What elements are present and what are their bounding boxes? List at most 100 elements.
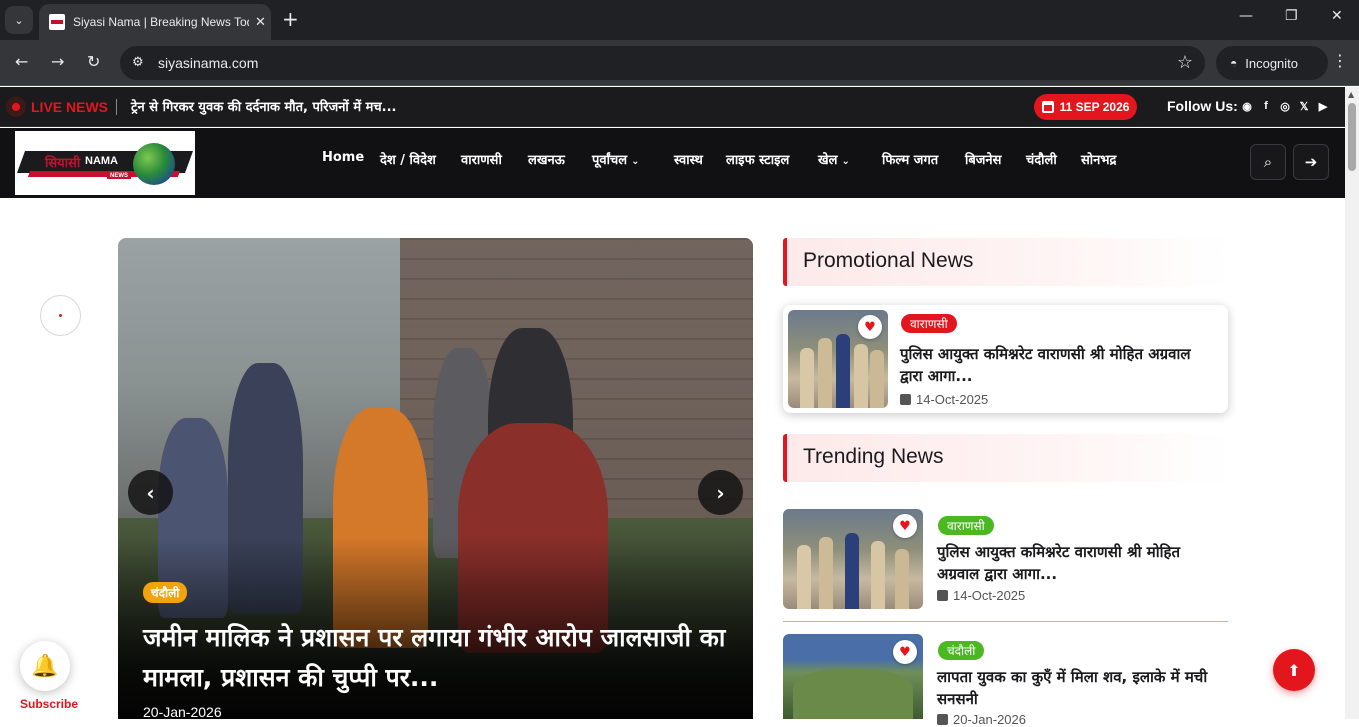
bell-icon: 🔔 (31, 653, 59, 679)
heart-icon[interactable]: ♥ (893, 514, 917, 538)
search-icon: ⌕ (1263, 153, 1273, 171)
reload-icon[interactable]: ↻ (87, 52, 100, 71)
logo-tag: NEWS (107, 173, 131, 179)
nav-item-varanasi[interactable]: वाराणसी (461, 150, 502, 168)
calendar-icon (937, 714, 948, 725)
calendar-icon (937, 590, 948, 601)
news-date-text: 20-Jan-2026 (953, 712, 1026, 727)
site-topbar: LIVE NEWS ट्रेन से गिरकर युवक की दर्दनाक… (0, 87, 1345, 127)
nav-item-film-jagat[interactable]: फिल्म जगत (882, 150, 938, 168)
date-text: 11 SEP 2026 (1059, 100, 1130, 114)
news-date-text: 14-Oct-2025 (916, 392, 989, 407)
chevron-right-icon: › (716, 480, 725, 505)
heart-icon[interactable]: ♥ (893, 640, 917, 664)
instagram-icon[interactable]: ◎ (1278, 99, 1292, 113)
nav-item-khel[interactable]: खेल ⌄ (818, 150, 850, 168)
slider-prev-button[interactable]: ‹ (128, 470, 173, 515)
calendar-icon (1041, 101, 1054, 113)
thumb-figure (845, 533, 859, 609)
news-date: 14-Oct-2025 (900, 392, 988, 407)
slider-next-button[interactable]: › (698, 470, 743, 515)
site-info-icon[interactable]: ⚙ (132, 55, 144, 70)
subscribe-label[interactable]: Subscribe (20, 697, 78, 711)
star-icon[interactable]: ☆ (1177, 52, 1193, 73)
browser-toolbar: ← → ↻ ⚙ siyasinama.com ☆ ◓ Incognito ⋮ (0, 40, 1359, 86)
item-divider (783, 621, 1228, 622)
address-bar[interactable]: ⚙ siyasinama.com ☆ (120, 46, 1205, 80)
back-icon[interactable]: ← (15, 52, 28, 71)
scrollbar-thumb[interactable] (1348, 103, 1356, 171)
site-header: सियासी NAMA NEWS Home देश / विदेश वाराणस… (0, 128, 1345, 198)
hero-slider[interactable]: ‹ › चंदौली जमीन मालिक ने प्रशासन पर लगाय… (118, 238, 753, 719)
news-ticker[interactable]: ट्रेन से गिरकर युवक की दर्दनाक मौत, परिज… (131, 97, 396, 115)
site-logo[interactable]: सियासी NAMA NEWS (15, 131, 195, 195)
browser-tab-strip: ⌄ Siyasi Nama | Breaking News Today ✕ + … (0, 0, 1359, 40)
news-title[interactable]: पुलिस आयुक्त कमिश्नरेट वाराणसी श्री मोहि… (937, 541, 1227, 585)
live-dot-icon (6, 97, 26, 117)
nav-item-chandauli[interactable]: चंदौली (1026, 150, 1057, 168)
chevron-down-icon: ⌄ (841, 156, 850, 167)
news-title[interactable]: लापता युवक का कुएँ में मिला शव, इलाके मे… (937, 666, 1227, 710)
maximize-icon[interactable]: ❐ (1285, 8, 1298, 24)
scroll-to-top-button[interactable]: ⬆ (1273, 649, 1315, 691)
site-favicon-icon (49, 14, 65, 30)
notification-bell-button[interactable]: 🔔 (20, 641, 70, 691)
hero-category-badge[interactable]: चंदौली (143, 582, 188, 603)
nav-item-lucknow[interactable]: लखनऊ (528, 150, 565, 168)
close-icon[interactable]: ✕ (255, 15, 266, 30)
forward-icon[interactable]: → (51, 52, 64, 71)
login-button[interactable]: ➔ (1293, 144, 1329, 180)
hero-date: 20-Jan-2026 (143, 704, 222, 719)
nav-item-home[interactable]: Home (322, 150, 364, 165)
nav-item-business[interactable]: बिजनेस (965, 150, 1001, 168)
nav-item-purvanchal[interactable]: पूर्वांचल ⌄ (592, 150, 639, 168)
section-title: Promotional News (803, 249, 974, 272)
hero-title[interactable]: जमीन मालिक ने प्रशासन पर लगाया गंभीर आरो… (143, 618, 733, 698)
chevron-left-icon: ‹ (146, 480, 155, 505)
plus-icon[interactable]: + (282, 8, 299, 30)
thumb-figure (836, 334, 850, 408)
minimize-icon[interactable]: — (1239, 8, 1253, 24)
kebab-icon[interactable]: ⋮ (1332, 51, 1348, 70)
whatsapp-icon[interactable]: ◉ (1240, 99, 1254, 113)
news-title[interactable]: पुलिस आयुक्त कमिश्नरेट वाराणसी श्री मोहि… (900, 343, 1210, 387)
scroll-up-icon[interactable]: ▲ (1348, 90, 1354, 99)
live-news-badge: LIVE NEWS (6, 97, 108, 117)
thumb-figure (895, 549, 909, 609)
category-badge[interactable]: वाराणसी (901, 314, 957, 333)
heart-icon[interactable]: ♥ (858, 315, 882, 339)
thumb-figure (800, 348, 814, 408)
url-text[interactable]: siyasinama.com (158, 55, 258, 71)
nav-label: खेल (818, 153, 838, 168)
youtube-icon[interactable]: ▶ (1316, 99, 1330, 113)
x-icon[interactable]: 𝕏 (1297, 99, 1311, 113)
nav-item-lifestyle[interactable]: लाइफ स्टाइल (726, 150, 789, 168)
calendar-icon (900, 394, 911, 405)
incognito-indicator[interactable]: ◓ Incognito (1216, 46, 1328, 80)
tab-search-icon[interactable]: ⌄ (5, 6, 33, 34)
search-button[interactable]: ⌕ (1250, 144, 1286, 180)
tab-title: Siyasi Nama | Breaking News Today (73, 15, 249, 29)
news-date: 20-Jan-2026 (937, 712, 1026, 727)
globe-icon (133, 143, 175, 185)
category-badge[interactable]: चंदौली (938, 641, 985, 660)
section-title: Trending News (803, 445, 944, 468)
browser-tab[interactable]: Siyasi Nama | Breaking News Today ✕ (39, 4, 271, 40)
page-scrollbar[interactable] (1345, 87, 1359, 719)
nav-item-desh-videsh[interactable]: देश / विदेश (380, 150, 436, 168)
nav-item-swasth[interactable]: स्वास्थ (674, 150, 703, 168)
news-date: 14-Oct-2025 (937, 588, 1025, 603)
window-close-icon[interactable]: ✕ (1331, 8, 1343, 24)
facebook-icon[interactable]: f (1259, 99, 1273, 113)
trending-news-heading: Trending News (783, 434, 1228, 482)
thumb-figure (854, 344, 868, 408)
logo-line2: NAMA (85, 155, 118, 167)
promo-news-card[interactable]: ♥ वाराणसी पुलिस आयुक्त कमिश्नरेट वाराणसी… (783, 305, 1228, 413)
category-badge[interactable]: वाराणसी (938, 516, 994, 535)
follow-us-label: Follow Us: (1167, 98, 1238, 114)
promotional-news-heading: Promotional News (783, 238, 1228, 286)
news-date-text: 14-Oct-2025 (953, 588, 1026, 603)
thumb-trees (793, 669, 913, 719)
thumb-figure (797, 545, 811, 609)
nav-item-sonbhadra[interactable]: सोनभद्र (1081, 150, 1116, 168)
